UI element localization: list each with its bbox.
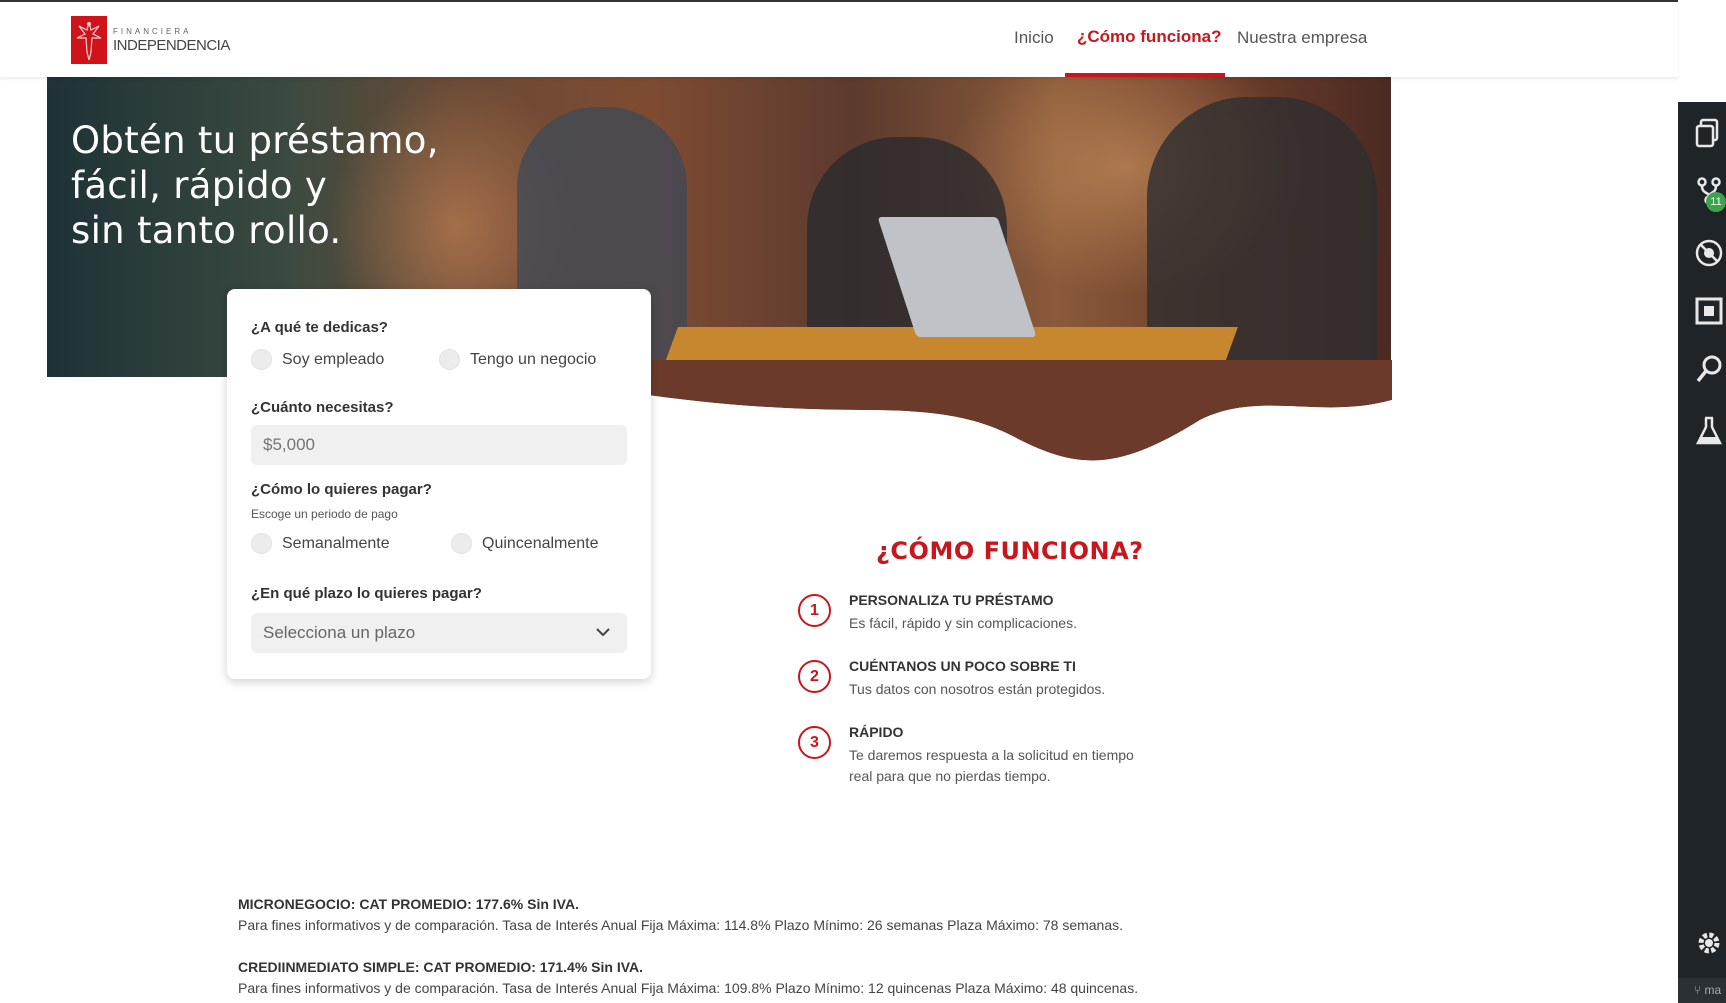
main-nav: Inicio ¿Cómo funciona? Nuestra empresa <box>0 2 1678 77</box>
chevron-down-icon <box>595 613 611 669</box>
step-description: Te daremos respuesta a la solicitud en t… <box>849 747 1134 784</box>
radio-tengo-negocio[interactable]: Tengo un negocio <box>439 349 596 370</box>
radio-quincenalmente[interactable]: Quincenalmente <box>451 533 599 554</box>
step-number: 3 <box>798 726 831 759</box>
radio-circle[interactable] <box>251 349 272 370</box>
amount-input[interactable] <box>251 425 627 465</box>
term-select[interactable]: Selecciona un plazo <box>251 613 627 653</box>
step-description: Tus datos con nosotros están protegidos. <box>849 681 1106 697</box>
ide-activity-bar: 11 ⑂ ma <box>1678 102 1726 1003</box>
nav-active-indicator <box>1065 73 1225 77</box>
explorer-icon[interactable] <box>1692 116 1726 150</box>
nav-nuestra-empresa[interactable]: Nuestra empresa <box>1237 28 1367 48</box>
search-icon[interactable] <box>1692 352 1726 386</box>
radio-circle[interactable] <box>451 533 472 554</box>
step-title: RÁPIDO <box>849 724 904 740</box>
question-amount: ¿Cuánto necesitas? <box>251 399 394 416</box>
testing-flask-icon[interactable] <box>1692 414 1726 448</box>
question-term: ¿En qué plazo lo quieres pagar? <box>251 585 482 602</box>
question-occupation: ¿A qué te dedicas? <box>251 319 388 336</box>
branch-icon: ⑂ <box>1694 983 1705 997</box>
extensions-icon[interactable] <box>1692 294 1726 328</box>
radio-soy-empleado[interactable]: Soy empleado <box>251 349 384 370</box>
step-number: 2 <box>798 660 831 693</box>
step-number: 1 <box>798 594 831 627</box>
hero-wave-shape <box>560 360 1392 470</box>
legal-micronegocio-text: Para fines informativos y de comparación… <box>238 917 1124 933</box>
hero-title: Obtén tu préstamo, fácil, rápido y sin t… <box>71 119 439 252</box>
step-title: CUÉNTANOS UN POCO SOBRE TI <box>849 658 1076 674</box>
legal-micronegocio-title: MICRONEGOCIO: CAT PROMEDIO: 177.6% Sin I… <box>238 896 579 912</box>
nav-inicio[interactable]: Inicio <box>1014 28 1054 48</box>
radio-circle[interactable] <box>251 533 272 554</box>
source-control-badge: 11 <box>1706 192 1726 212</box>
legal-crediinmediato-text: Para fines informativos y de comparación… <box>238 980 1139 996</box>
radio-semanalmente[interactable]: Semanalmente <box>251 533 390 554</box>
legal-crediinmediato-title: CREDIINMEDIATO SIMPLE: CAT PROMEDIO: 171… <box>238 959 644 975</box>
debug-icon[interactable] <box>1692 236 1726 270</box>
nav-como-funciona[interactable]: ¿Cómo funciona? <box>1077 27 1221 47</box>
gear-icon[interactable] <box>1692 926 1726 960</box>
question-payment-frequency: ¿Cómo lo quieres pagar? <box>251 481 432 498</box>
step-title: PERSONALIZA TU PRÉSTAMO <box>849 592 1054 608</box>
loan-form-card: ¿A qué te dedicas? Soy empleado Tengo un… <box>227 289 651 679</box>
radio-circle[interactable] <box>439 349 460 370</box>
step-description: Es fácil, rápido y sin complicaciones. <box>849 615 1077 631</box>
site-header: FINANCIERA INDEPENDENCIA Inicio ¿Cómo fu… <box>0 2 1678 77</box>
how-it-works-title: ¿CÓMO FUNCIONA? <box>876 537 1144 565</box>
status-bar-branch[interactable]: ⑂ ma <box>1678 978 1726 1003</box>
payment-frequency-hint: Escoge un periodo de pago <box>251 507 398 521</box>
